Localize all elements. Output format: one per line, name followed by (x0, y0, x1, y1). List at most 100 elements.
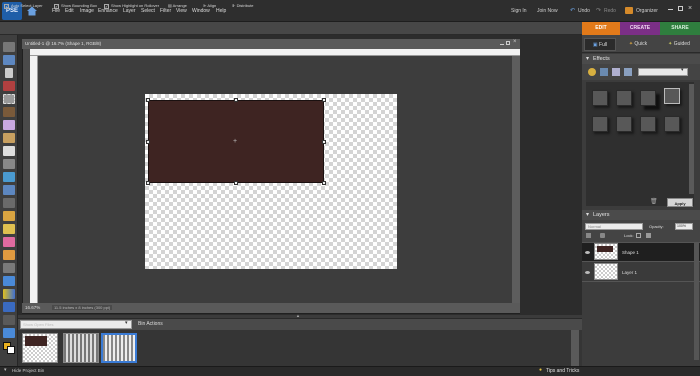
magic-wand-tool-icon[interactable] (3, 120, 15, 130)
chevron-down-icon[interactable]: ▾ (681, 67, 684, 73)
lock-all-icon[interactable] (646, 233, 651, 238)
cookie-cutter-tool-icon[interactable] (3, 172, 15, 182)
tab-edit[interactable]: EDIT (582, 22, 620, 35)
document-vertical-scrollbar[interactable] (512, 56, 520, 303)
marquee-tool-icon[interactable] (3, 94, 15, 104)
bin-scrollbar[interactable] (571, 330, 579, 366)
clone-stamp-tool-icon[interactable] (3, 224, 15, 234)
mode-quick-button[interactable]: ✦ Quick (620, 38, 656, 51)
trash-icon[interactable]: 🗑 (650, 198, 658, 205)
redo-icon[interactable]: ↷ (596, 7, 601, 14)
effects-panel-header[interactable]: ▾ Effects (582, 54, 700, 64)
straighten-tool-icon[interactable] (3, 185, 15, 195)
menu-filter[interactable]: Filter (160, 8, 171, 14)
auto-select-checkbox[interactable]: ✓ Auto Select Layer (4, 3, 43, 9)
panel-collapse-icon[interactable]: ▲ (296, 313, 300, 318)
align-button[interactable]: ⊫ Align (203, 3, 216, 8)
bbox-handle-bottom[interactable] (234, 181, 238, 185)
filters-icon[interactable] (588, 68, 596, 76)
mode-guided-button[interactable]: ✦ Guided (660, 38, 698, 51)
menu-help[interactable]: Help (216, 8, 226, 14)
bbox-handle-br[interactable] (322, 181, 326, 185)
layer-name-layer-1[interactable]: Layer 1 (622, 270, 637, 275)
distribute-button[interactable]: ⊪ Distribute (232, 3, 254, 8)
effect-thumb-3[interactable] (640, 90, 656, 106)
bbox-handle-tr[interactable] (322, 98, 326, 102)
bin-actions-menu[interactable]: Bin Actions (138, 321, 163, 327)
bin-files-dropdown[interactable]: Show Open Files (20, 320, 132, 329)
lasso-tool-icon[interactable] (3, 107, 15, 117)
move-tool-icon[interactable] (3, 42, 15, 52)
sign-in-link[interactable]: Sign In (511, 8, 527, 14)
layers-panel-header[interactable]: ▾ Layers (582, 210, 700, 220)
menu-window[interactable]: Window (192, 8, 210, 14)
organizer-button[interactable]: Organizer (636, 8, 658, 14)
gradient-tool-icon[interactable] (3, 289, 15, 299)
zoom-readout[interactable]: 16.67% (25, 305, 40, 310)
document-horizontal-scrollbar[interactable] (130, 305, 510, 311)
adjustment-layer-icon[interactable] (600, 233, 605, 238)
type-tool-icon[interactable] (3, 146, 15, 156)
paint-bucket-tool-icon[interactable] (3, 276, 15, 286)
doc-minimize-icon[interactable] (500, 44, 504, 45)
layers-scrollbar[interactable] (694, 242, 699, 360)
effects-scrollbar[interactable] (689, 84, 694, 194)
eraser-tool-icon[interactable] (3, 237, 15, 247)
show-bbox-checkbox[interactable]: ✓ Show Bounding Box (54, 3, 97, 9)
bbox-handle-bl[interactable] (146, 181, 150, 185)
hide-project-bin-button[interactable]: Hide Project Bin (12, 368, 44, 373)
brush-tool-icon[interactable] (3, 250, 15, 260)
blur-tool-icon[interactable] (3, 315, 15, 325)
blend-mode-dropdown[interactable]: Normal (585, 223, 643, 230)
zoom-tool-icon[interactable] (3, 55, 15, 65)
effect-thumb-7[interactable] (640, 116, 656, 132)
doc-maximize-icon[interactable] (506, 41, 510, 45)
tab-create[interactable]: CREATE (620, 22, 660, 35)
red-eye-tool-icon[interactable] (3, 198, 15, 208)
crop-tool-icon[interactable] (3, 159, 15, 169)
effect-thumb-2[interactable] (616, 90, 632, 106)
effect-thumb-1[interactable] (592, 90, 608, 106)
doc-close-icon[interactable]: × (513, 39, 517, 45)
bbox-handle-left[interactable] (146, 140, 150, 144)
bbox-handle-right[interactable] (322, 140, 326, 144)
shape-tool-icon[interactable] (3, 302, 15, 312)
effect-thumb-6[interactable] (616, 116, 632, 132)
lock-transparent-icon[interactable] (636, 233, 641, 238)
organizer-icon[interactable] (625, 7, 633, 14)
opacity-input[interactable]: 100% (675, 223, 693, 230)
layer-styles-icon[interactable] (600, 68, 608, 76)
maximize-icon[interactable] (678, 6, 683, 11)
menu-view[interactable]: View (176, 8, 187, 14)
effects-extra-icon[interactable] (624, 68, 632, 76)
new-layer-icon[interactable] (586, 233, 591, 238)
join-now-link[interactable]: Join Now (537, 8, 558, 14)
healing-brush-tool-icon[interactable] (3, 211, 15, 221)
visibility-eye-icon[interactable] (585, 251, 590, 254)
tips-and-tricks-link[interactable]: Tips and Tricks (546, 368, 579, 374)
chevron-down-icon[interactable]: ▾ (125, 320, 128, 326)
arrange-button[interactable]: ▤ Arrange (168, 3, 187, 8)
redo-button[interactable]: Redo (604, 8, 616, 14)
background-color-swatch[interactable] (7, 346, 15, 354)
hide-bin-icon[interactable]: ▾ (4, 367, 7, 373)
sponge-tool-icon[interactable] (3, 328, 15, 338)
layer-name-shape-1[interactable]: Shape 1 (622, 250, 639, 255)
close-icon[interactable]: × (688, 5, 692, 12)
effect-thumb-5[interactable] (592, 116, 608, 132)
show-highlight-checkbox[interactable]: ✓ Show Highlight on Rollover (104, 3, 159, 9)
bin-thumbnail-untitled[interactable] (22, 333, 58, 363)
undo-icon[interactable]: ↶ (570, 7, 575, 14)
bbox-handle-top[interactable] (234, 98, 238, 102)
selection-brush-tool-icon[interactable] (3, 133, 15, 143)
effect-thumb-4[interactable] (664, 88, 680, 104)
photo-effects-icon[interactable] (612, 68, 620, 76)
minimize-icon[interactable] (668, 9, 673, 10)
smart-brush-tool-icon[interactable] (3, 263, 15, 273)
apply-button[interactable]: Apply (667, 198, 693, 207)
undo-button[interactable]: Undo (578, 8, 590, 14)
effect-thumb-8[interactable] (664, 116, 680, 132)
bin-thumbnail-letters-1[interactable] (63, 333, 99, 363)
bbox-handle-tl[interactable] (146, 98, 150, 102)
visibility-eye-icon[interactable] (585, 271, 590, 274)
